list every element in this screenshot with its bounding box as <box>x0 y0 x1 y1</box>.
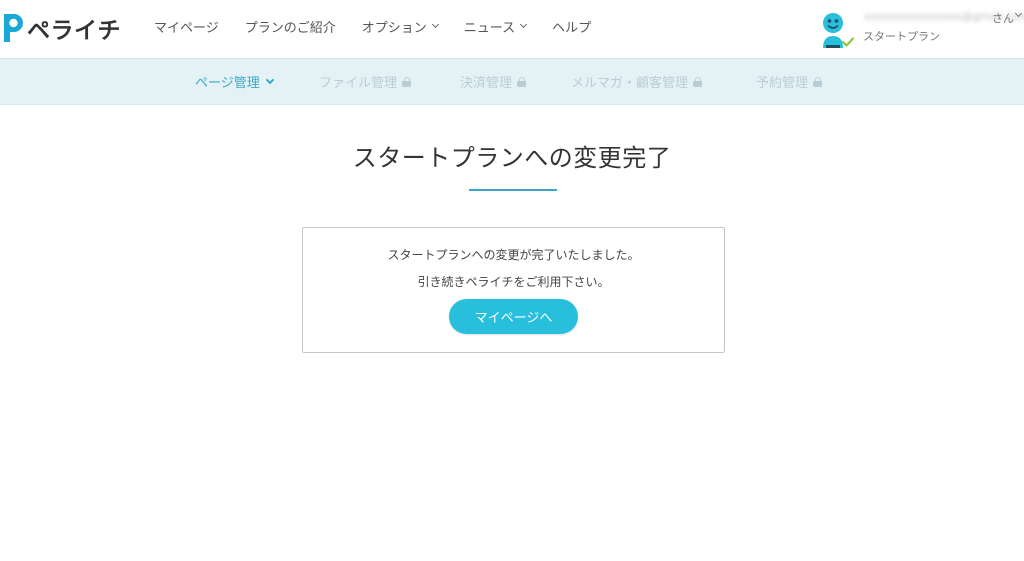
lock-icon <box>693 77 703 87</box>
header: ペライチ マイページ プランのご紹介 オプション ニュース ヘルプ xxxxxx… <box>0 0 1024 58</box>
main-nav: マイページ プランのご紹介 オプション ニュース ヘルプ <box>154 0 617 52</box>
check-icon <box>841 32 855 47</box>
nav-plans[interactable]: プランのご紹介 <box>245 17 336 36</box>
perai-p-logo-icon <box>0 12 24 44</box>
logo[interactable]: ペライチ <box>0 10 121 46</box>
nav-news-label: ニュース <box>463 20 516 36</box>
continue-message: 引き続きペライチをご利用下さい。 <box>417 275 610 289</box>
lock-icon <box>517 77 527 87</box>
nav-help[interactable]: ヘルプ <box>552 17 591 36</box>
chevron-down-icon <box>520 20 528 29</box>
lock-icon <box>402 77 412 87</box>
nav-mypage-label: マイページ <box>154 20 219 36</box>
chevron-down-icon <box>431 20 439 29</box>
subnav-payment-management[interactable]: 決済管理 <box>460 59 527 104</box>
go-to-mypage-button[interactable]: マイページへ <box>449 299 578 334</box>
logo-text: ペライチ <box>27 18 121 44</box>
lock-icon <box>813 77 823 87</box>
subnav-newsletter-customer-management-label: メルマガ・顧客管理 <box>571 76 689 91</box>
subnav-reservation-management-label: 予約管理 <box>756 76 809 91</box>
nav-options[interactable]: オプション <box>361 17 439 36</box>
user-menu[interactable]: xxxxxxxxxxxxxxx@gmail.com さん スタートプラン <box>820 8 1024 48</box>
subnav-newsletter-customer-management[interactable]: メルマガ・顧客管理 <box>571 59 703 104</box>
subnav-page-management[interactable]: ページ管理 <box>195 59 274 104</box>
chevron-down-icon <box>265 75 274 85</box>
nav-news[interactable]: ニュース <box>463 17 528 36</box>
nav-plans-label: プランのご紹介 <box>244 20 336 36</box>
subnav-file-management[interactable]: ファイル管理 <box>319 59 412 104</box>
nav-options-label: オプション <box>361 20 427 36</box>
title-underline <box>469 189 557 191</box>
user-plan: スタートプラン <box>863 30 940 43</box>
subnav-payment-management-label: 決済管理 <box>460 76 513 91</box>
nav-help-label: ヘルプ <box>552 20 592 36</box>
completion-panel: スタートプランへの変更が完了いたしました。 引き続きペライチをご利用下さい。 マ… <box>302 227 725 353</box>
page-title: スタートプランへの変更完了 <box>352 144 672 172</box>
completion-message: スタートプランへの変更が完了いたしました。 <box>387 248 640 262</box>
subnav-page-management-label: ページ管理 <box>195 76 260 91</box>
sub-nav: ページ管理 ファイル管理 決済管理 メルマガ・顧客管理 予約管理 <box>0 58 1024 105</box>
nav-mypage[interactable]: マイページ <box>154 17 219 36</box>
subnav-reservation-management[interactable]: 予約管理 <box>756 59 823 104</box>
subnav-file-management-label: ファイル管理 <box>319 76 398 91</box>
user-honorific: さん <box>992 12 1014 25</box>
